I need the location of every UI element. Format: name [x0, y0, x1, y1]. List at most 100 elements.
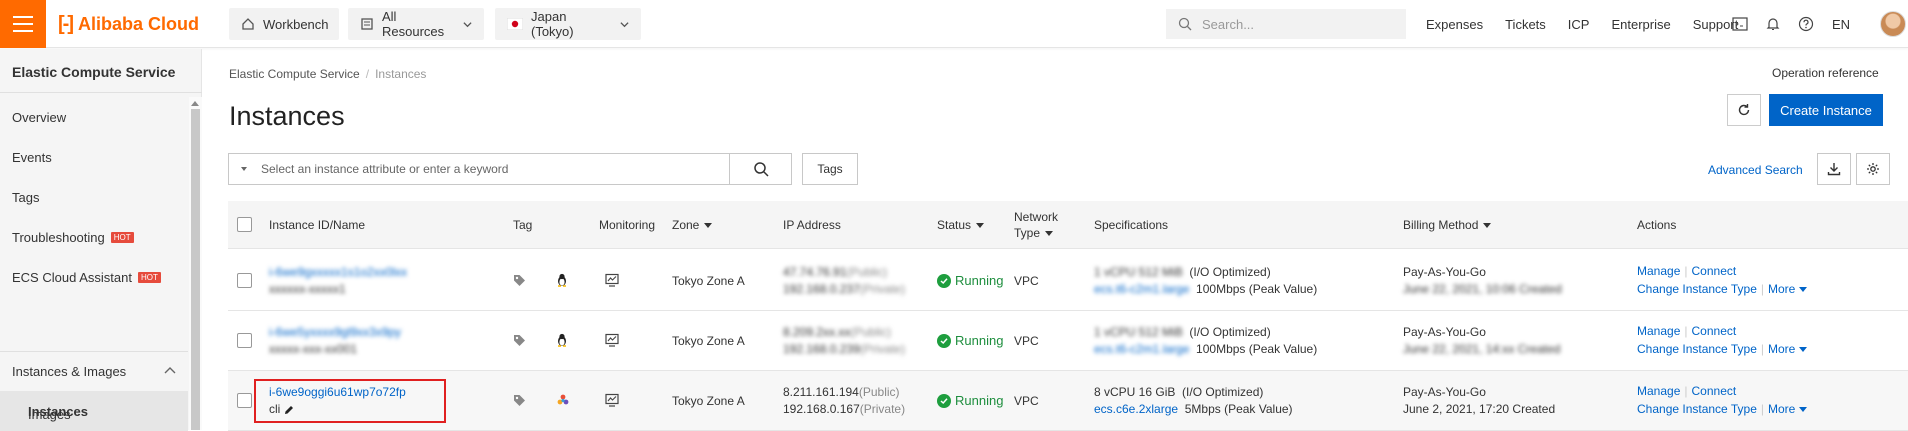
search-icon — [753, 162, 769, 177]
connect-link[interactable]: Connect — [1692, 264, 1737, 278]
hot-badge: HOT — [137, 272, 161, 283]
region-selector[interactable]: Japan (Tokyo) — [495, 8, 641, 40]
create-instance-button[interactable]: Create Instance — [1769, 94, 1883, 126]
instance-id-link[interactable]: i-6we9gxxxxx1s1o2xx0lxx — [269, 264, 407, 281]
help-icon[interactable] — [1798, 16, 1814, 32]
settings-button[interactable] — [1856, 153, 1890, 185]
instance-type-link[interactable]: ecs.c6e.2xlarge — [1094, 401, 1178, 418]
os-icon — [556, 333, 568, 350]
more-actions-dropdown[interactable]: More — [1768, 401, 1808, 418]
advanced-search-link[interactable]: Advanced Search — [1708, 163, 1803, 177]
download-icon — [1827, 163, 1841, 176]
global-search-input[interactable]: Search... — [1166, 9, 1406, 39]
chevron-down-icon — [1799, 407, 1808, 412]
column-network-type[interactable]: Network Type — [1014, 201, 1058, 249]
filter-search-button[interactable] — [729, 154, 791, 184]
manage-link[interactable]: Manage — [1637, 384, 1680, 398]
hamburger-menu-button[interactable] — [0, 0, 46, 48]
instance-type-link[interactable]: ecs.t6-c2m1.large — [1094, 281, 1189, 298]
all-resources-dropdown[interactable]: All Resources — [348, 8, 484, 40]
sidebar-title: Elastic Compute Service — [12, 64, 176, 80]
table-row: i-6we9oggi6u61wp7o72fp cli Tokyo Zone A … — [228, 371, 1908, 431]
column-label: Zone — [672, 218, 700, 232]
sort-caret-icon — [704, 222, 713, 228]
connect-link[interactable]: Connect — [1692, 384, 1737, 398]
highlighted-instance-name — [254, 379, 446, 423]
column-billing-method[interactable]: Billing Method — [1403, 201, 1492, 249]
sidebar-item-label: ECS Cloud Assistant — [12, 270, 132, 285]
operation-reference-link[interactable]: Operation reference — [1772, 66, 1879, 80]
all-resources-label: All Resources — [382, 9, 445, 39]
refresh-button[interactable] — [1727, 94, 1761, 126]
sidebar-item-images[interactable]: Images — [28, 407, 71, 422]
row-checkbox[interactable] — [237, 273, 252, 288]
column-label: Specifications — [1094, 218, 1169, 232]
tag-icon[interactable] — [513, 394, 526, 407]
tags-button[interactable]: Tags — [802, 153, 858, 185]
icp-link[interactable]: ICP — [1568, 17, 1590, 32]
sidebar-item-overview[interactable]: Overview — [12, 110, 66, 125]
status-badge: Running — [937, 393, 1003, 408]
alibaba-cloud-logo[interactable]: [-] Alibaba Cloud — [58, 12, 199, 36]
spec-io-optimized: (I/O Optimized) — [1182, 385, 1264, 399]
more-actions-dropdown[interactable]: More — [1768, 341, 1808, 358]
tag-icon[interactable] — [513, 334, 526, 347]
tag-icon[interactable] — [513, 274, 526, 287]
export-button[interactable] — [1817, 153, 1851, 185]
chevron-down-icon — [463, 21, 472, 27]
sidebar-item-cloud-assistant[interactable]: ECS Cloud Assistant HOT — [12, 270, 161, 285]
linux-tux-icon — [558, 273, 566, 287]
column-label: Instance ID/Name — [269, 218, 366, 232]
instance-id-link[interactable]: i-6we5yxxxx9gl9xx3x9py — [269, 324, 401, 341]
enterprise-link[interactable]: Enterprise — [1611, 17, 1670, 32]
monitoring-chart-icon[interactable] — [605, 273, 619, 287]
instance-filter-input[interactable]: Select an instance attribute or enter a … — [228, 153, 792, 185]
select-all-checkbox[interactable] — [237, 217, 252, 232]
bell-icon[interactable] — [1766, 16, 1780, 32]
more-actions-dropdown[interactable]: More — [1768, 281, 1808, 298]
connect-link[interactable]: Connect — [1692, 324, 1737, 338]
private-ip-tag: (Private) — [859, 342, 906, 356]
terminal-icon[interactable] — [1732, 17, 1748, 31]
row-checkbox[interactable] — [237, 333, 252, 348]
column-monitoring: Monitoring — [599, 201, 655, 249]
more-label: More — [1768, 342, 1796, 356]
breadcrumb-ecs[interactable]: Elastic Compute Service — [229, 67, 360, 81]
instance-type-link[interactable]: ecs.t6-c2m1.large — [1094, 341, 1189, 358]
public-ip: 8.209.2xx.xx — [783, 325, 851, 339]
tickets-link[interactable]: Tickets — [1505, 17, 1546, 32]
filter-dropdown-caret-icon[interactable] — [241, 167, 247, 171]
top-icons: EN — [1732, 0, 1850, 48]
column-specifications: Specifications — [1094, 201, 1168, 249]
manage-link[interactable]: Manage — [1637, 264, 1680, 278]
sidebar-item-tags[interactable]: Tags — [12, 190, 39, 205]
column-ip-address: IP Address — [783, 201, 841, 249]
chevron-up-icon — [164, 367, 176, 374]
monitoring-chart-icon[interactable] — [605, 333, 619, 347]
sidebar: Elastic Compute Service Overview Events … — [0, 49, 202, 431]
spec-bandwidth: 100Mbps (Peak Value) — [1196, 342, 1318, 356]
public-ip: 8.211.161.194 — [783, 385, 859, 399]
column-status[interactable]: Status — [937, 201, 985, 249]
instance-name: xxxxxx-xxxxx1 — [269, 281, 346, 298]
scroll-up-arrow-icon[interactable] — [191, 101, 199, 106]
check-circle-icon — [937, 273, 951, 288]
user-avatar[interactable] — [1880, 11, 1906, 37]
row-checkbox[interactable] — [237, 393, 252, 408]
private-ip-tag: (Private) — [859, 282, 906, 296]
sidebar-section-instances-images[interactable]: Instances & Images — [0, 351, 188, 391]
change-instance-type-link[interactable]: Change Instance Type — [1637, 402, 1757, 416]
monitoring-chart-icon[interactable] — [605, 393, 619, 407]
sidebar-scrollbar-thumb[interactable] — [191, 109, 200, 430]
sidebar-item-events[interactable]: Events — [12, 150, 52, 165]
change-instance-type-link[interactable]: Change Instance Type — [1637, 282, 1757, 296]
sidebar-item-troubleshooting[interactable]: Troubleshooting HOT — [12, 230, 134, 245]
column-zone[interactable]: Zone — [672, 201, 713, 249]
workbench-button[interactable]: Workbench — [229, 8, 339, 40]
sidebar-divider — [0, 92, 202, 93]
column-label: Billing Method — [1403, 218, 1479, 232]
manage-link[interactable]: Manage — [1637, 324, 1680, 338]
expenses-link[interactable]: Expenses — [1426, 17, 1483, 32]
language-switch[interactable]: EN — [1832, 17, 1850, 32]
change-instance-type-link[interactable]: Change Instance Type — [1637, 342, 1757, 356]
